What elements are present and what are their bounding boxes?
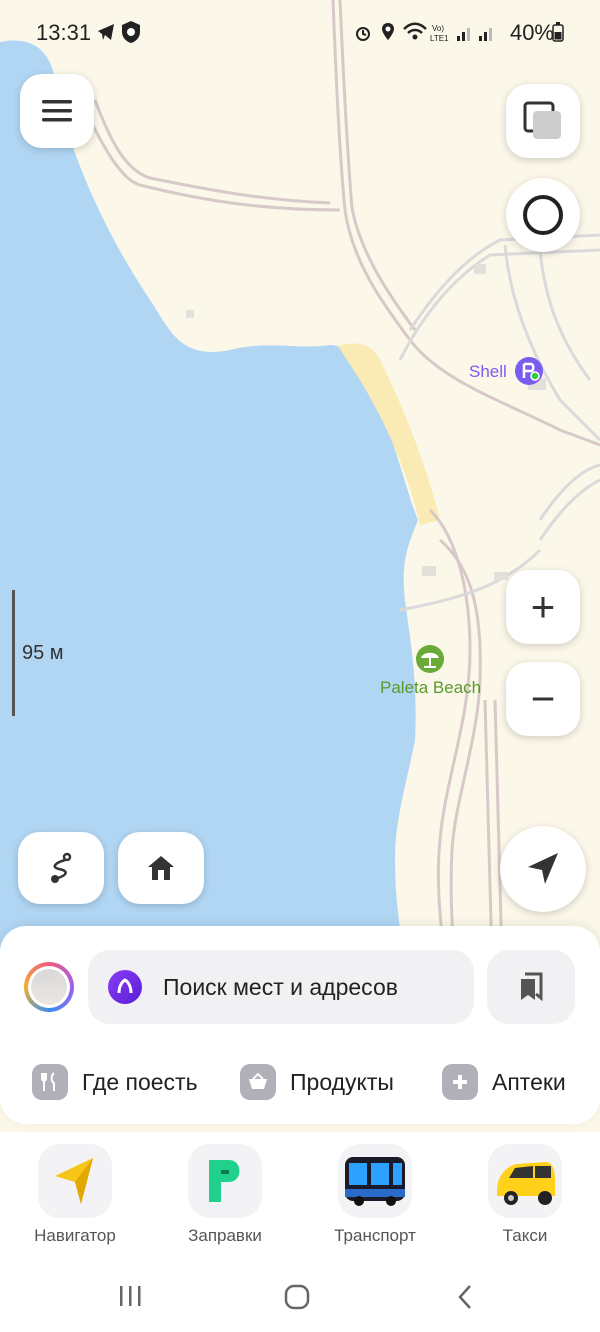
category-pharmacy-label: Аптеки (492, 1068, 566, 1095)
alarm-icon (356, 27, 370, 41)
app-fuel-label: Заправки (188, 1226, 262, 1245)
home-icon (148, 856, 174, 880)
poi-label-shell[interactable]: Shell (469, 362, 507, 382)
zoom-in-icon: + (530, 583, 556, 630)
route-icon (51, 852, 72, 883)
my-location-button[interactable] (500, 826, 586, 912)
plus-icon (442, 1064, 478, 1100)
home-button[interactable] (118, 832, 204, 904)
fork-knife-icon (32, 1064, 68, 1100)
location-icon (382, 23, 394, 40)
alice-search-icon[interactable] (108, 970, 142, 1004)
app-transport[interactable]: Транспорт (320, 1144, 430, 1246)
fuel-app-icon (188, 1144, 262, 1218)
search-placeholder: Поиск мест и адресов (163, 974, 398, 1000)
zoom-out-button[interactable]: − (506, 662, 580, 736)
app-taxi[interactable]: Такси (470, 1144, 580, 1246)
category-pharmacy[interactable]: Аптеки (442, 1060, 566, 1104)
status-bar: 13:31 Vo) LTE1 40% (0, 0, 600, 66)
volte-icon: Vo)LTE1 (430, 24, 449, 43)
search-input[interactable]: Поиск мест и адресов (88, 950, 474, 1024)
scale-label: 95 м (22, 642, 64, 664)
alice-icon (523, 195, 563, 235)
category-food-label: Где поесть (82, 1068, 198, 1095)
app-fuel[interactable]: Заправки (170, 1144, 280, 1246)
bus-icon (338, 1144, 412, 1218)
battery-icon (552, 22, 564, 42)
app-navigator-label: Навигатор (34, 1226, 116, 1245)
layers-icon (523, 101, 561, 139)
bookmarks-button[interactable] (487, 950, 575, 1024)
menu-icon (42, 100, 72, 122)
beach-umbrella-icon[interactable] (415, 644, 445, 674)
status-time: 13:31 (36, 20, 92, 45)
zoom-in-button[interactable]: + (506, 570, 580, 644)
menu-button[interactable] (20, 74, 94, 148)
category-groceries-label: Продукты (290, 1068, 394, 1095)
back-icon[interactable] (456, 1284, 474, 1310)
category-food[interactable]: Где поесть (32, 1060, 198, 1104)
app-navigator[interactable]: Навигатор (20, 1144, 130, 1246)
location-arrow-icon (528, 853, 558, 884)
signal-icon (479, 28, 492, 41)
alice-button[interactable] (506, 178, 580, 252)
svg-text:LTE1: LTE1 (430, 34, 449, 43)
home-circle-icon[interactable] (284, 1284, 310, 1310)
fuel-station-icon[interactable] (514, 356, 544, 386)
layers-button[interactable] (506, 84, 580, 158)
battery-percent: 40% (509, 20, 554, 45)
system-nav-bar (0, 1264, 600, 1332)
bookmark-icon (521, 972, 543, 1002)
route-button[interactable] (18, 832, 104, 904)
svg-text:Vo): Vo) (432, 24, 444, 33)
signal-icon (457, 28, 470, 41)
category-groceries[interactable]: Продукты (240, 1060, 394, 1104)
telegram-icon (98, 24, 114, 40)
taxi-icon (488, 1144, 562, 1218)
poi-label-paleta-beach[interactable]: Paleta Beach (380, 678, 481, 698)
scale-bar (12, 590, 15, 716)
navigator-icon (38, 1144, 112, 1218)
zoom-out-icon: − (530, 675, 556, 722)
avatar[interactable] (24, 962, 74, 1012)
shield-phone-icon (122, 21, 140, 43)
basket-icon (240, 1064, 276, 1100)
avatar-photo (31, 969, 67, 1005)
app-transport-label: Транспорт (334, 1226, 416, 1245)
app-taxi-label: Такси (502, 1226, 548, 1245)
wifi-icon (403, 22, 427, 40)
recent-apps-icon[interactable] (118, 1284, 142, 1308)
